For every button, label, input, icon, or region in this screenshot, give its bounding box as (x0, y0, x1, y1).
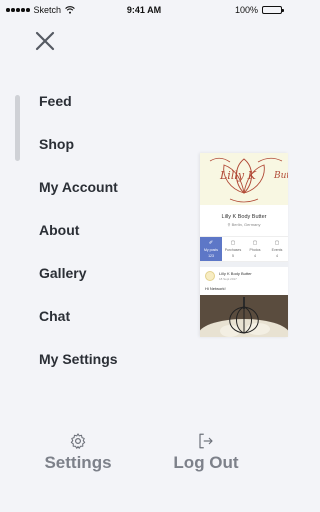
menu-item-about[interactable]: About (39, 217, 118, 260)
menu-item-chat[interactable]: Chat (39, 303, 118, 346)
avatar (205, 271, 215, 281)
logout-button[interactable]: Log Out (170, 432, 242, 473)
menu-item-gallery[interactable]: Gallery (39, 260, 118, 303)
cover-script-text: Lilly K (220, 169, 256, 182)
menu-item-feed[interactable]: Feed (39, 88, 118, 131)
post-header: Lilly K Body Butter 18 Sept 2017 (205, 271, 284, 281)
close-button[interactable] (34, 30, 56, 52)
stat-label: Events (271, 248, 283, 252)
stat-value: 4 (276, 254, 278, 258)
menu-item-my-settings[interactable]: My Settings (39, 346, 118, 389)
stat-value: 5 (232, 254, 234, 258)
cover-script-text-2: Butter (274, 171, 288, 181)
logout-icon (199, 433, 213, 449)
post-text: Hi Network! (205, 286, 226, 291)
stat-my-posts[interactable]: ✐ My posts 123 (200, 237, 222, 261)
settings-label: Settings (44, 453, 112, 472)
gear-icon (70, 433, 86, 449)
battery-icon (262, 6, 284, 14)
logout-label: Log Out (173, 453, 239, 472)
close-icon (35, 31, 55, 51)
status-bar: Sketch 9:41 AM 100% (0, 0, 288, 20)
profile-location-text: Berlin, Germany (231, 222, 261, 227)
settings-button[interactable]: Settings (42, 432, 114, 473)
profile-preview[interactable]: Lilly K Butter Lilly K Body Butter ⚲ Ber… (200, 153, 288, 337)
stat-label: Purchases (224, 248, 242, 252)
photo-icon: ▢ (252, 240, 258, 246)
calendar-icon: ▢ (274, 240, 280, 246)
stat-photos[interactable]: ▢ Photos 4 (244, 237, 266, 261)
profile-name: Lilly K Body Butter (221, 214, 267, 220)
stat-events[interactable]: ▢ Events 4 (266, 237, 288, 261)
battery-percent: 100% (234, 5, 258, 15)
scroll-indicator (15, 95, 20, 161)
drawer-menu: Feed Shop My Account About Gallery Chat … (39, 88, 118, 389)
feed-post[interactable]: Lilly K Body Butter 18 Sept 2017 Hi Netw… (200, 267, 288, 337)
stat-purchases[interactable]: ▢ Purchases 5 (222, 237, 244, 261)
stat-label: Photos (249, 248, 261, 252)
stat-value: 4 (254, 254, 256, 258)
stat-label: My posts (203, 248, 218, 252)
menu-item-my-account[interactable]: My Account (39, 174, 118, 217)
stat-value: 123 (208, 254, 214, 258)
profile-cover: Lilly K Butter (200, 153, 288, 205)
status-right: 100% (234, 5, 284, 15)
location-pin-icon: ⚲ (227, 222, 231, 227)
bag-icon: ▢ (230, 240, 236, 246)
post-meta: Lilly K Body Butter 18 Sept 2017 (219, 271, 252, 281)
post-author: Lilly K Body Butter (219, 271, 252, 276)
profile-stats: ✐ My posts 123 ▢ Purchases 5 ▢ Photos 4 … (200, 236, 288, 262)
post-photo (200, 295, 288, 337)
menu-item-shop[interactable]: Shop (39, 131, 118, 174)
whisk-image (200, 295, 288, 337)
post-date: 18 Sept 2017 (219, 277, 237, 281)
profile-location: ⚲ Berlin, Germany (200, 222, 288, 227)
posts-icon: ✐ (208, 240, 214, 246)
